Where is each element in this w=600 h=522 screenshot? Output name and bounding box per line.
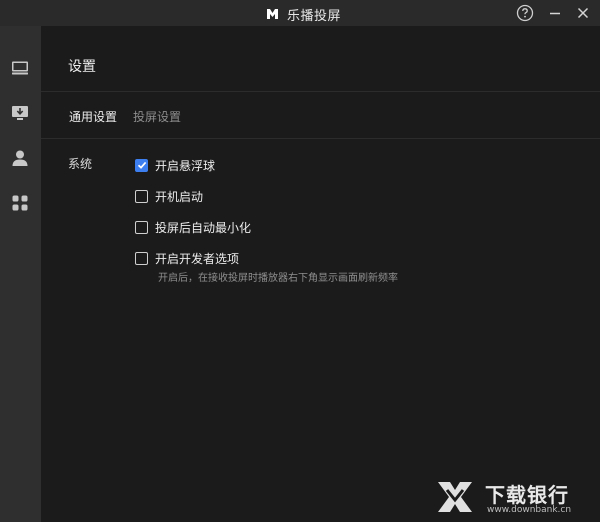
sidebar-item-account[interactable] <box>10 148 30 168</box>
watermark: 下载银行 www.downbank.cn <box>435 478 595 518</box>
option-developer-mode[interactable]: 开启开发者选项 <box>135 250 239 266</box>
tab-cast-settings[interactable]: 投屏设置 <box>133 108 181 125</box>
tab-general-settings[interactable]: 通用设置 <box>69 108 117 125</box>
option-auto-minimize[interactable]: 投屏后自动最小化 <box>135 219 251 235</box>
developer-option-hint: 开启后，在接收投屏时播放器右下角显示画面刷新频率 <box>158 273 398 284</box>
option-floating-ball[interactable]: 开启悬浮球 <box>135 157 215 173</box>
app-logo-icon <box>267 9 278 19</box>
sidebar-item-receive[interactable] <box>10 103 30 123</box>
watermark-text: 下载银行 <box>485 483 569 507</box>
apps-icon <box>12 195 28 211</box>
check-icon <box>137 161 146 169</box>
option-label: 开启开发者选项 <box>155 251 240 266</box>
monitor-icon <box>12 61 28 75</box>
user-icon <box>12 150 28 166</box>
window-title: 乐播投屏 <box>287 9 342 24</box>
sidebar-item-cast[interactable] <box>10 58 30 78</box>
close-icon <box>577 7 589 19</box>
help-button[interactable] <box>515 3 535 23</box>
minimize-button[interactable] <box>545 3 565 23</box>
minimize-icon <box>550 12 560 15</box>
option-label: 开机启动 <box>155 189 204 204</box>
section-label-system: 系统 <box>68 157 93 171</box>
sidebar <box>0 26 41 522</box>
help-icon <box>516 4 534 22</box>
checkbox-checked[interactable] <box>135 158 148 172</box>
checkbox[interactable] <box>135 220 148 234</box>
sidebar-item-apps[interactable] <box>10 193 30 213</box>
title-bar: 乐播投屏 <box>0 0 600 26</box>
watermark-url: www.downbank.cn <box>487 505 572 515</box>
option-label: 开启悬浮球 <box>155 158 216 173</box>
checkbox[interactable] <box>135 251 148 265</box>
option-label: 投屏后自动最小化 <box>155 220 252 235</box>
checkbox[interactable] <box>135 189 148 203</box>
watermark-logo-icon <box>438 482 472 512</box>
close-button[interactable] <box>573 3 593 23</box>
divider <box>41 138 600 139</box>
settings-panel: 设置 通用设置 投屏设置 系统 开启悬浮球 开机启动 投屏后自动最小化 开启开发… <box>41 26 600 522</box>
divider <box>41 91 600 92</box>
option-auto-start[interactable]: 开机启动 <box>135 188 203 204</box>
page-title: 设置 <box>68 59 96 75</box>
download-icon <box>12 106 28 120</box>
